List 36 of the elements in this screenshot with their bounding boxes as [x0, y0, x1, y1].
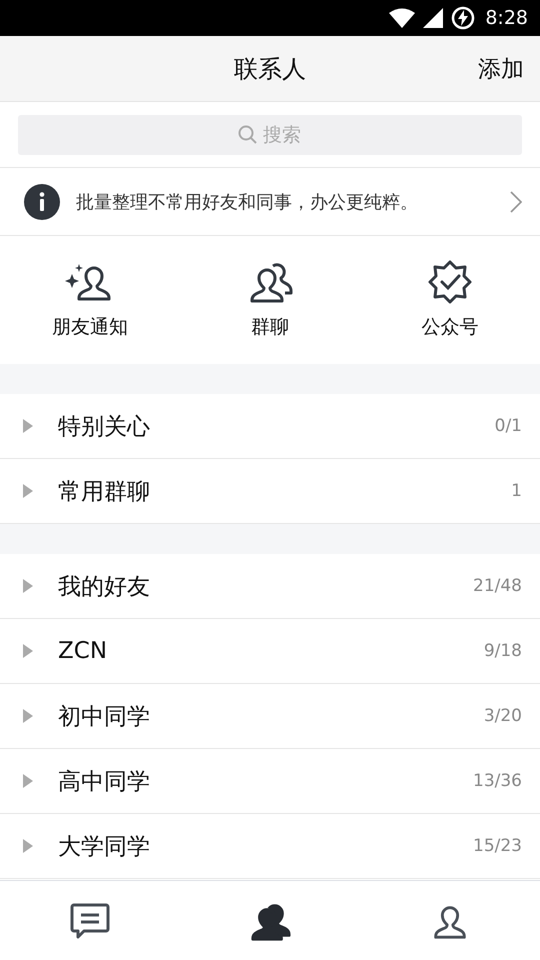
group-name: 初中同学	[58, 702, 151, 732]
member-count: 9/18	[484, 641, 522, 661]
group-row[interactable]: 我的好友 21/48	[0, 554, 540, 619]
group-name: 大学同学	[58, 832, 151, 862]
battery-charging-icon	[451, 6, 476, 30]
shortcut-button[interactable]: 群聊	[180, 236, 360, 364]
notice-text: 批量整理不常用好友和同事，办公更纯粹。	[76, 190, 419, 214]
chevron-right-icon	[510, 190, 522, 212]
member-count: 15/23	[473, 836, 522, 856]
member-count: 13/36	[473, 771, 522, 791]
search-field[interactable]: 搜索	[18, 115, 522, 155]
member-count: 21/48	[473, 576, 522, 596]
clock-time: 8:28	[485, 7, 528, 29]
group-row[interactable]: 特别关心 0/1	[0, 394, 540, 459]
group-name: 常用群聊	[58, 478, 151, 506]
verified-badge-icon	[428, 260, 472, 304]
group-name: 高中同学	[58, 768, 151, 796]
search-icon	[238, 125, 258, 145]
group-row[interactable]: 高中同学 13/36	[0, 749, 540, 814]
shortcut-button[interactable]: 公众号	[360, 236, 540, 364]
add-button[interactable]: 添加	[478, 53, 524, 84]
group-row[interactable]: ZCN 9/18	[0, 619, 540, 684]
group-name: 我的好友	[58, 572, 151, 602]
info-icon	[24, 184, 60, 220]
notice-banner[interactable]: 批量整理不常用好友和同事，办公更纯粹。	[0, 168, 540, 236]
group-row[interactable]: 初中同学 3/20	[0, 684, 540, 749]
wifi-icon	[389, 8, 416, 28]
group-name: 特别关心	[58, 412, 151, 442]
group-row[interactable]: 大学同学 15/23	[0, 814, 540, 879]
member-count: 0/1	[494, 416, 522, 436]
group-name: ZCN	[58, 638, 108, 664]
member-count: 3/20	[484, 706, 522, 726]
member-count: 1	[511, 481, 522, 501]
signal-icon	[423, 8, 444, 28]
page-title: 联系人	[234, 54, 306, 84]
shortcut-button[interactable]: 朋友通知	[0, 236, 180, 364]
